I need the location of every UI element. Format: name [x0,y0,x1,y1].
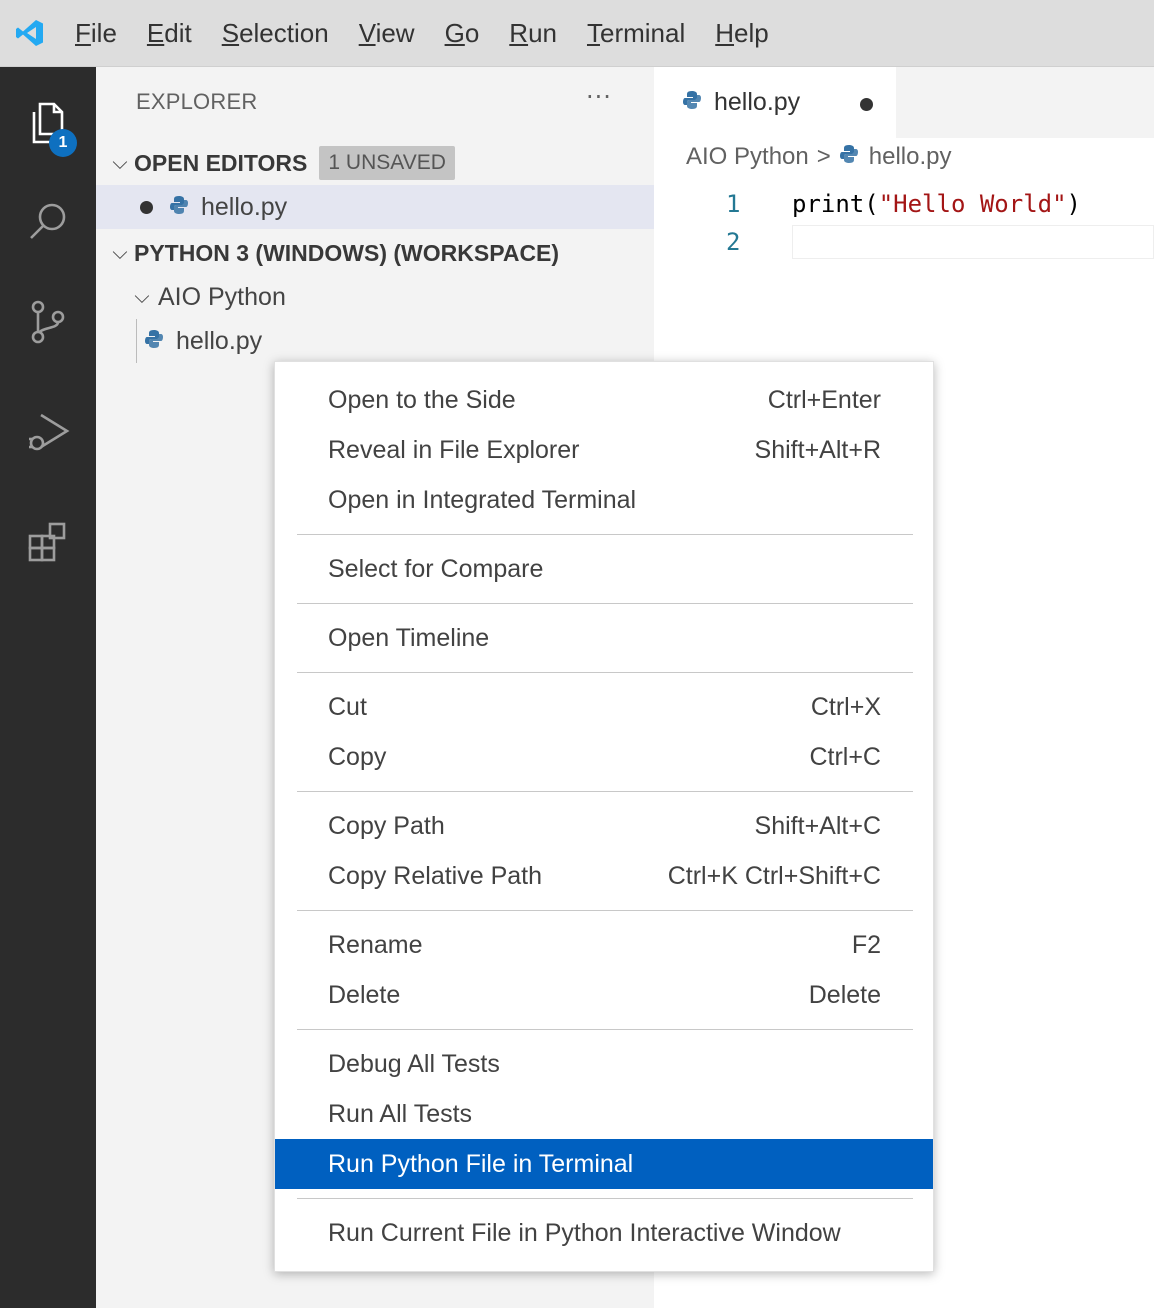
menu-item-copy[interactable]: Copy Ctrl+C [275,732,933,782]
tab-label: hello.py [714,88,801,116]
breadcrumb: AIO Python > hello.py [686,143,951,171]
unsaved-badge: 1 UNSAVED [319,146,455,180]
menu-item-view[interactable]: View [344,0,430,67]
menu-item-reveal-in-file-explorer[interactable]: Reveal in File Explorer Shift+Alt+R [275,425,933,475]
menu-item-shortcut: Ctrl+X [810,692,881,721]
indent-guide [136,319,137,363]
menu-separator [297,791,913,792]
menu-item-label: Cut [328,692,367,721]
menu-item-copy-path[interactable]: Copy Path Shift+Alt+C [275,801,933,851]
menu-item-open-to-the-side[interactable]: Open to the Side Ctrl+Enter [275,375,933,425]
menu-item-open-timeline[interactable]: Open Timeline [275,613,933,663]
menu-item-run-all-tests[interactable]: Run All Tests [275,1089,933,1139]
open-editors-label: OPEN EDITORS [134,149,308,176]
menu-item-open-in-integrated-terminal[interactable]: Open in Integrated Terminal [275,475,933,525]
python-file-icon [144,327,164,356]
menu-item-shortcut: Ctrl+K Ctrl+Shift+C [667,861,881,890]
chevron-down-icon: ⌵ [134,285,150,308]
activity-bar: 1 [0,67,96,1308]
menu-separator [297,1198,913,1199]
workspace-label: PYTHON 3 (WINDOWS) (WORKSPACE) [134,239,560,266]
folder-name: AIO Python [158,282,286,311]
editor-tab-hello-py[interactable]: hello.py [654,67,896,138]
menu-separator [297,910,913,911]
line-number: 1 [726,190,741,218]
menu-item-label: Reveal in File Explorer [328,435,580,464]
menu-item-label: Select for Compare [328,554,544,583]
code-line[interactable]: 1 print("Hello World") [654,184,1154,224]
context-menu: Open to the Side Ctrl+Enter Reveal in File… [274,361,934,1272]
menu-item-label: Rename [328,930,423,959]
line-number: 2 [726,228,741,256]
open-editors-header[interactable]: ⌵ OPEN EDITORS 1 UNSAVED [96,141,654,185]
run-debug-icon[interactable] [0,387,96,477]
unsaved-dot-icon[interactable] [140,200,153,214]
menu-separator [297,534,913,535]
explorer-icon[interactable]: 1 [0,77,96,167]
menu-item-shortcut: F2 [851,930,881,959]
search-icon[interactable] [0,177,96,267]
open-editor-item[interactable]: hello.py [96,185,654,229]
python-file-icon [169,193,189,222]
menu-item-shortcut: Ctrl+C [809,742,881,771]
python-file-icon [682,88,702,117]
chevron-down-icon: ⌵ [112,151,128,174]
menu-item-select-for-compare[interactable]: Select for Compare [275,544,933,594]
menu-item-go[interactable]: Go [430,0,495,67]
menu-item-label: Open to the Side [328,385,516,414]
python-file-icon [839,143,859,171]
breadcrumb-folder[interactable]: AIO Python [686,143,809,171]
menu-item-run[interactable]: Run [494,0,572,67]
menu-separator [297,672,913,673]
editor-tab-bar: hello.py [654,67,1154,138]
breadcrumb-separator-icon: > [816,143,831,170]
menu-item-label: Copy Path [328,811,445,840]
menu-item-help[interactable]: Help [700,0,783,67]
more-actions-icon[interactable]: ··· [586,83,612,111]
menu-item-label: Open in Integrated Terminal [328,485,637,514]
menu-item-cut[interactable]: Cut Ctrl+X [275,682,933,732]
menu-item-debug-all-tests[interactable]: Debug All Tests [275,1039,933,1089]
menu-item-edit[interactable]: Edit [132,0,207,67]
menu-item-shortcut: Shift+Alt+R [754,435,881,464]
menu-item-label: Copy Relative Path [328,861,543,890]
menu-item-rename[interactable]: Rename F2 [275,920,933,970]
menu-separator [297,603,913,604]
menu-item-shortcut: Shift+Alt+C [754,811,881,840]
workspace-header[interactable]: ⌵ PYTHON 3 (WINDOWS) (WORKSPACE) [96,231,654,275]
menu-separator [297,1029,913,1030]
extensions-icon[interactable] [0,497,96,587]
folder-row[interactable]: ⌵ AIO Python [96,275,654,319]
menu-item-label: Debug All Tests [328,1049,500,1078]
menu-item-label: Delete [328,980,401,1009]
sidebar-title: EXPLORER [136,89,258,114]
menu-bar: File Edit Selection View Go Run Terminal Help [0,0,1154,67]
menu-item-label: Copy [328,742,387,771]
menu-item-selection[interactable]: Selection [207,0,344,67]
tab-unsaved-dot-icon[interactable] [860,98,873,111]
menu-item-label: Open Timeline [328,623,490,652]
file-row[interactable]: hello.py [96,319,654,363]
menu-item-run-python-file-in-terminal[interactable]: Run Python File in Terminal [275,1139,933,1189]
vscode-logo-icon [0,0,60,67]
menu-item-label: Run Current File in Python Interactive W… [328,1218,841,1247]
menu-item-shortcut: Delete [808,980,881,1009]
breadcrumb-file[interactable]: hello.py [869,143,952,171]
menu-item-label: Run All Tests [328,1099,473,1128]
source-control-icon[interactable] [0,277,96,367]
menu-item-label: Run Python File in Terminal [328,1149,634,1178]
menu-item-run-current-file-in-python-interactive-window[interactable]: Run Current File in Python Interactive W… [275,1208,933,1258]
menu-item-terminal[interactable]: Terminal [572,0,700,67]
menu-item-delete[interactable]: Delete Delete [275,970,933,1020]
code-line[interactable]: 2 [654,222,1154,262]
menu-item-copy-relative-path[interactable]: Copy Relative Path Ctrl+K Ctrl+Shift+C [275,851,933,901]
explorer-badge: 1 [49,129,77,157]
menu-item-file[interactable]: File [60,0,132,67]
chevron-down-icon: ⌵ [112,241,128,264]
menu-item-shortcut: Ctrl+Enter [767,385,881,414]
file-name: hello.py [176,326,263,355]
open-editor-filename: hello.py [201,192,288,221]
code-text: print("Hello World") [792,190,1081,218]
